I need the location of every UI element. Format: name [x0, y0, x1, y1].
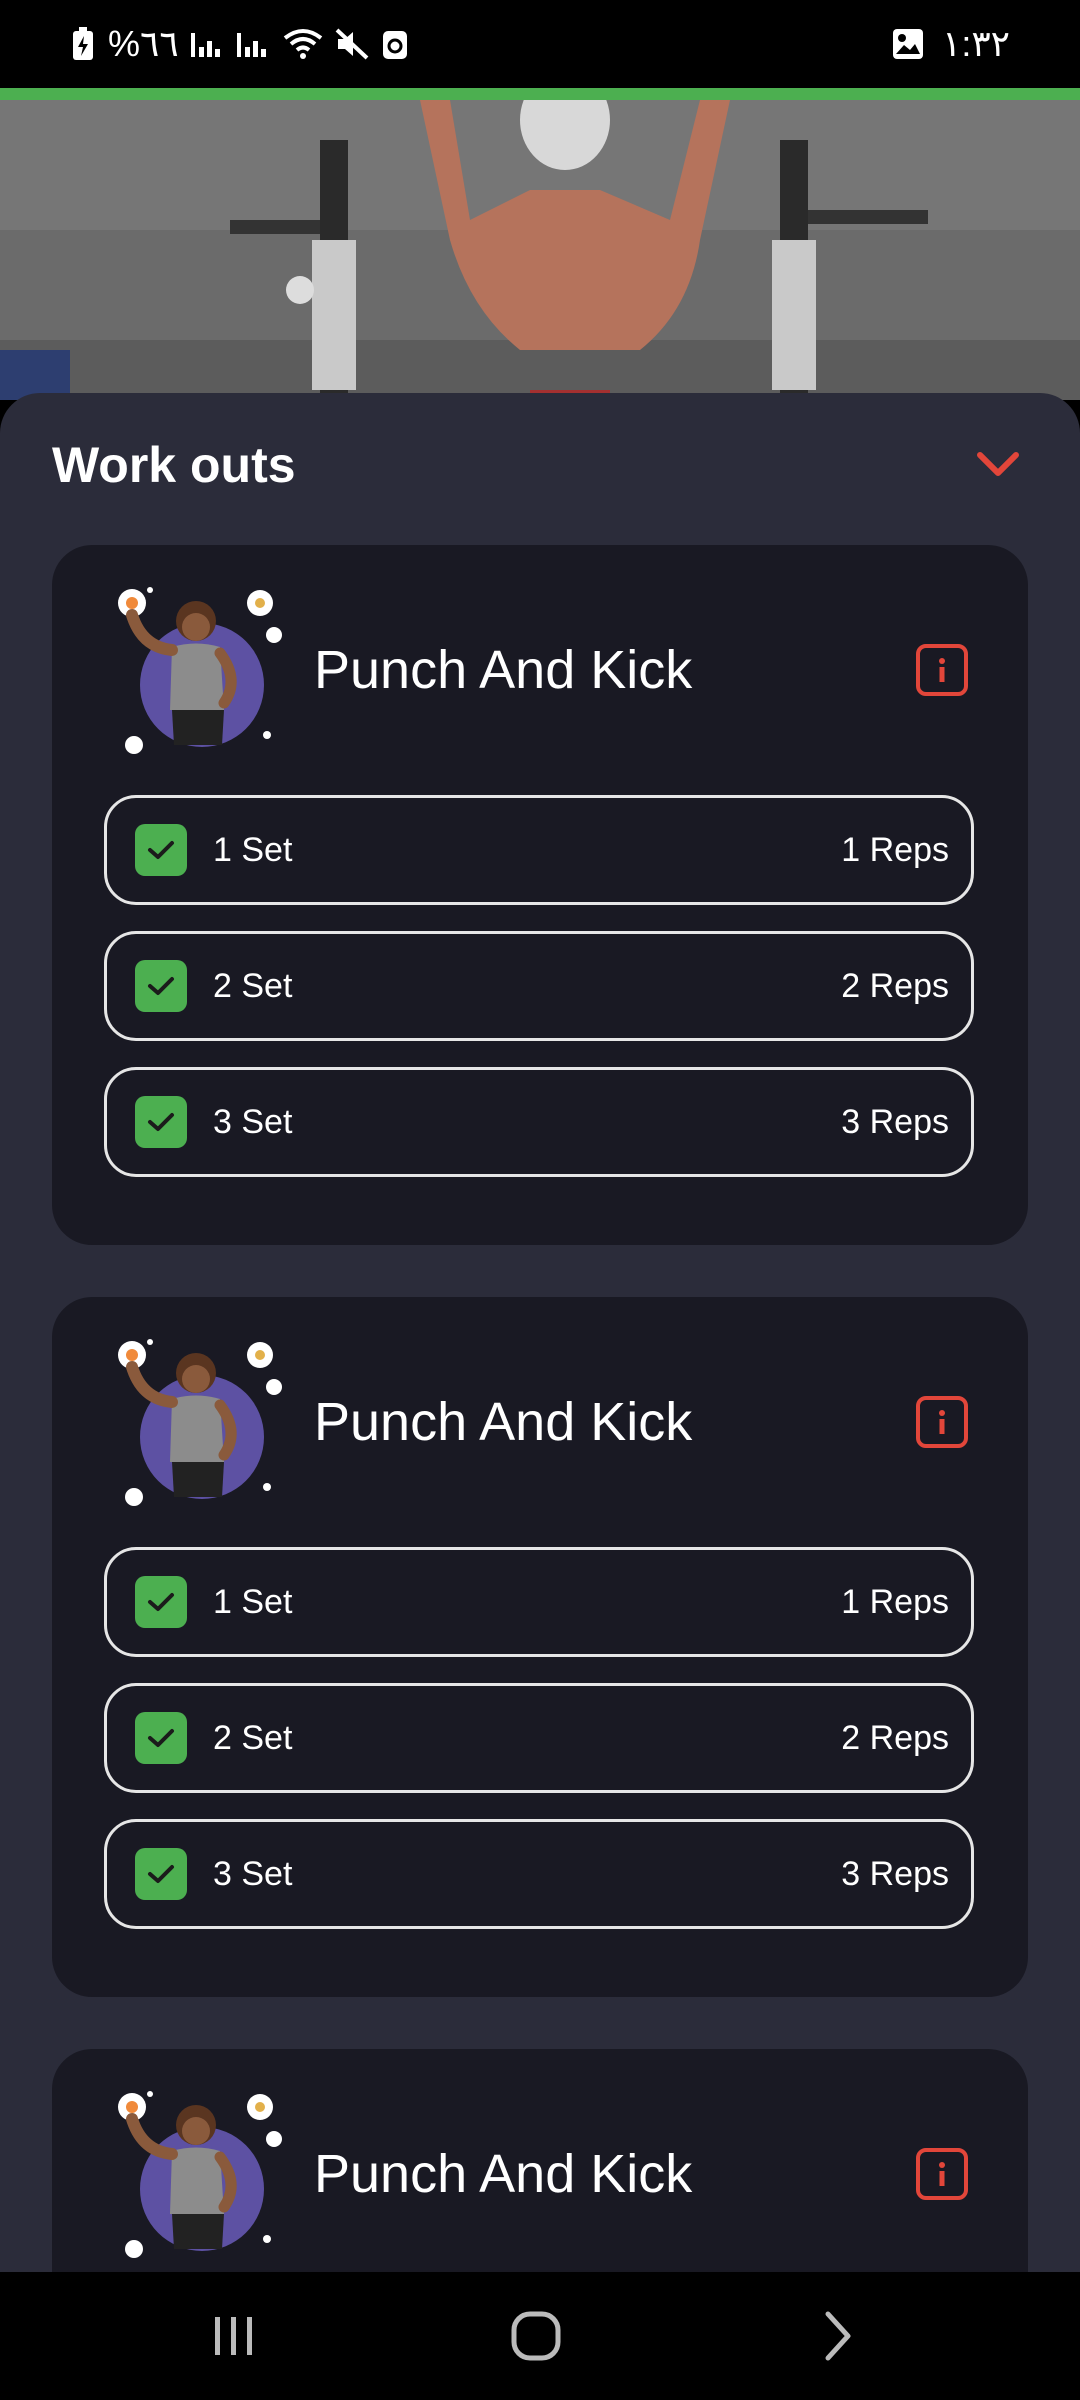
battery-charging-icon	[70, 26, 96, 62]
workout-hero-image	[0, 100, 1080, 400]
checkbox-checked[interactable]	[135, 824, 187, 876]
checkbox-checked[interactable]	[135, 1576, 187, 1628]
set-label: 1 Set	[213, 830, 293, 869]
checkbox-checked[interactable]	[135, 1096, 187, 1148]
battery-percent: %٦٦	[108, 23, 179, 64]
set-label: 2 Set	[213, 1718, 293, 1757]
set-label: 1 Set	[213, 1582, 293, 1621]
checkbox-checked[interactable]	[135, 1712, 187, 1764]
top-progress-bar	[0, 88, 1080, 100]
workout-card[interactable]: Punch And Kick	[52, 2049, 1028, 2273]
info-icon[interactable]	[916, 644, 968, 696]
trainer-avatar	[112, 585, 282, 755]
trainer-avatar	[112, 2089, 282, 2259]
chevron-down-icon[interactable]	[968, 435, 1028, 495]
reps-label: 1 Reps	[841, 830, 949, 869]
workout-card[interactable]: Punch And Kick 1 Set 1 Reps 2 Set 2 Reps…	[52, 1297, 1028, 1997]
info-icon[interactable]	[916, 2148, 968, 2200]
set-label: 3 Set	[213, 1854, 293, 1893]
reps-label: 3 Reps	[841, 1854, 949, 1893]
checkbox-checked[interactable]	[135, 1848, 187, 1900]
gallery-icon	[892, 28, 924, 60]
set-label: 3 Set	[213, 1102, 293, 1141]
reps-label: 3 Reps	[841, 1102, 949, 1141]
info-icon[interactable]	[916, 1396, 968, 1448]
sheet-header: Work outs	[52, 435, 1028, 495]
wifi-icon	[283, 28, 323, 60]
set-row[interactable]: 3 Set 3 Reps	[104, 1067, 974, 1177]
reps-label: 2 Reps	[841, 966, 949, 1005]
status-bar: %٦٦ ١:٣٢	[0, 0, 1080, 88]
set-row[interactable]: 1 Set 1 Reps	[104, 1547, 974, 1657]
back-icon[interactable]	[802, 2300, 874, 2372]
workout-title: Punch And Kick	[314, 640, 693, 700]
signal-icon	[190, 29, 225, 59]
workout-title: Punch And Kick	[314, 2144, 693, 2204]
sheet-title: Work outs	[52, 437, 296, 493]
trainer-avatar	[112, 1337, 282, 1507]
set-row[interactable]: 2 Set 2 Reps	[104, 931, 974, 1041]
reps-label: 1 Reps	[841, 1582, 949, 1621]
signal-icon	[236, 29, 271, 59]
clock: ١:٣٢	[941, 23, 1010, 64]
workout-title: Punch And Kick	[314, 1392, 693, 1452]
set-row[interactable]: 3 Set 3 Reps	[104, 1819, 974, 1929]
workout-card[interactable]: Punch And Kick 1 Set 1 Reps 2 Set 2 Reps…	[52, 545, 1028, 1245]
set-label: 2 Set	[213, 966, 293, 1005]
system-nav-bar	[0, 2272, 1080, 2400]
recycle-icon	[381, 27, 409, 61]
checkbox-checked[interactable]	[135, 960, 187, 1012]
mute-icon	[335, 28, 369, 60]
workouts-sheet: Work outs Punch And Kick 1 Set 1 Reps 2 …	[0, 393, 1080, 2273]
set-row[interactable]: 1 Set 1 Reps	[104, 795, 974, 905]
set-row[interactable]: 2 Set 2 Reps	[104, 1683, 974, 1793]
home-icon[interactable]	[500, 2300, 572, 2372]
recents-icon[interactable]	[198, 2300, 270, 2372]
reps-label: 2 Reps	[841, 1718, 949, 1757]
